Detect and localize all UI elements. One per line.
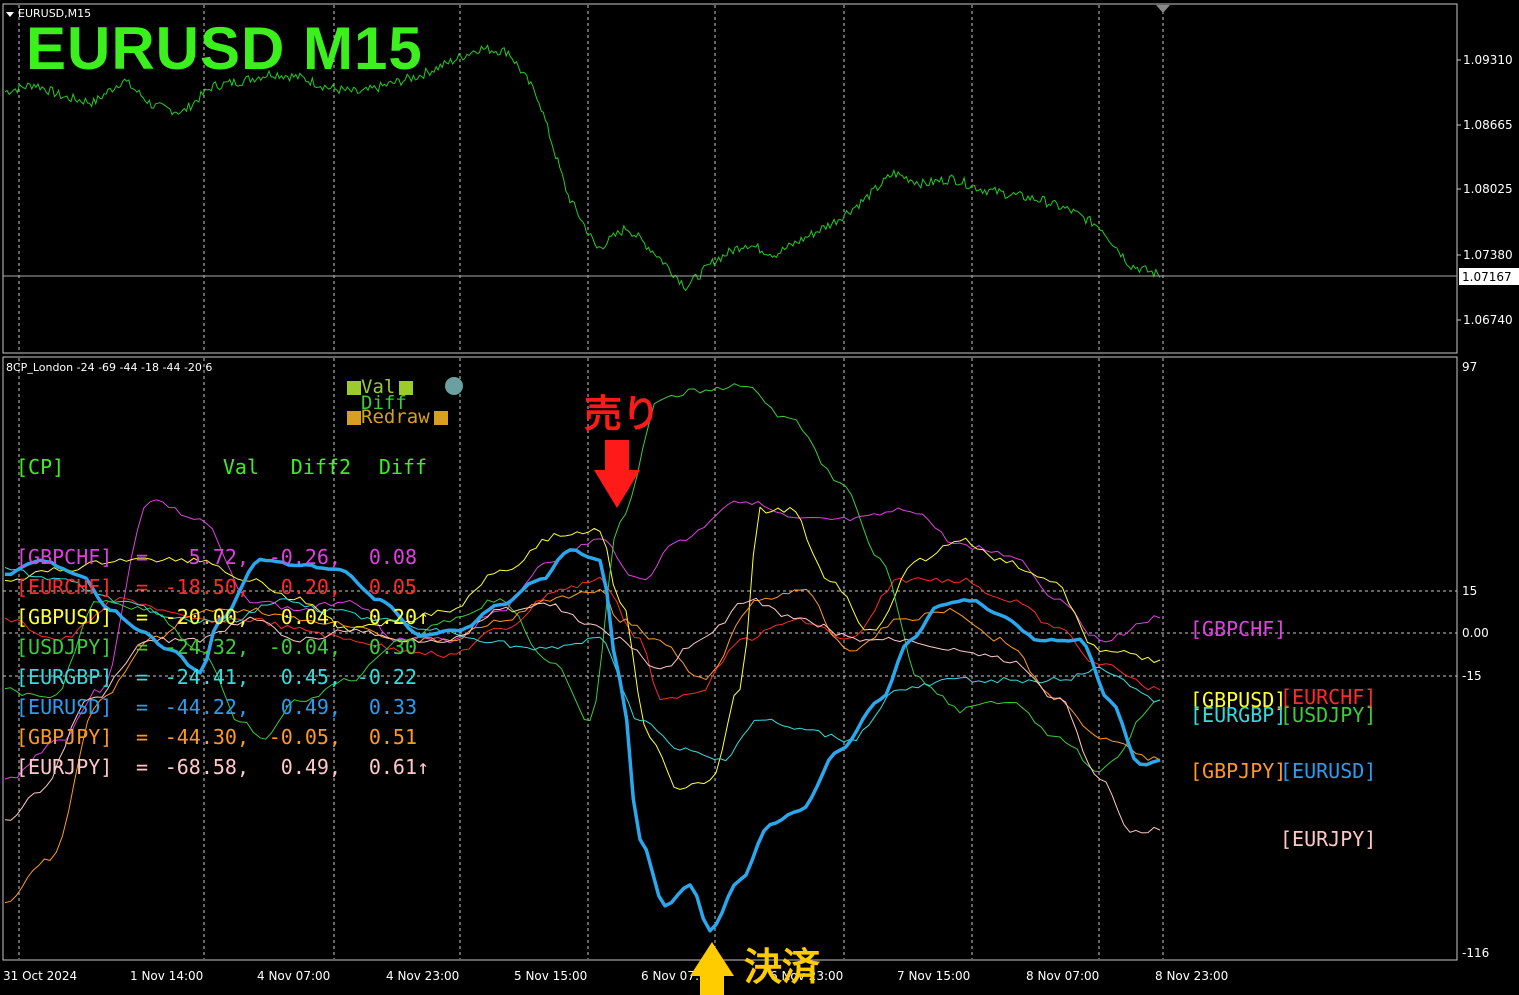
right-label-gbpchf: [GBPCHF] xyxy=(1190,617,1287,641)
pair-diff: 0.20 xyxy=(368,605,417,629)
price-tick: 1.06740 xyxy=(1463,313,1513,327)
time-tick: 5 Nov 15:00 xyxy=(514,969,587,983)
right-label-gbpjpy: [GBPJPY] xyxy=(1190,759,1287,783)
settle-arrow-icon xyxy=(690,942,734,995)
pair-row: [EURGBP] = -24.41, 0.45, -0.22 xyxy=(16,662,437,692)
time-tick: 7 Nov 15:00 xyxy=(897,969,970,983)
osc-tick: 15 xyxy=(1462,584,1477,598)
time-tick: 4 Nov 23:00 xyxy=(386,969,459,983)
pair-eq: = xyxy=(136,725,149,749)
time-tick: 4 Nov 07:00 xyxy=(257,969,330,983)
pair-eq: = xyxy=(136,545,149,569)
dropdown-triangle-icon[interactable] xyxy=(6,11,14,17)
osc-tick: 97 xyxy=(1462,360,1477,374)
pair-arrow xyxy=(417,662,437,692)
pair-diff: 0.08 xyxy=(368,545,417,569)
shift-marker[interactable] xyxy=(1156,5,1170,13)
osc-tick: -15 xyxy=(1462,669,1482,683)
osc-tick: -116 xyxy=(1462,946,1489,960)
time-tick: 31 Oct 2024 xyxy=(3,969,77,983)
pair-row: [GBPCHF] = 5.72, -0.26, 0.08 xyxy=(16,542,437,572)
header-val: Val xyxy=(222,455,259,479)
pair-diff2: -0.26, xyxy=(268,545,341,569)
right-label-usdjpy: [USDJPY] xyxy=(1280,703,1377,727)
pair-diff2: 0.20, xyxy=(280,575,341,599)
indicator-label: 8CP_London -24 -69 -44 -18 -44 -20 6 xyxy=(6,361,213,374)
pair-arrow xyxy=(417,632,437,662)
time-tick: 8 Nov 07:00 xyxy=(1026,969,1099,983)
pair-row: [USDJPY] = -24.32, -0.04, 0.30 xyxy=(16,632,437,662)
pair-val: -68.58, xyxy=(164,755,249,779)
pair-eq: = xyxy=(136,605,149,629)
pair-val: -24.32, xyxy=(164,635,249,659)
right-label-eurjpy: [EURJPY] xyxy=(1280,827,1377,851)
pair-val: 5.72, xyxy=(188,545,249,569)
price-tick: 1.08025 xyxy=(1463,182,1513,196)
pair-diff2: 0.49, xyxy=(280,755,341,779)
pair-diff: -0.22 xyxy=(356,665,417,689)
pair-val: -18.50, xyxy=(164,575,249,599)
toggle-circle-button[interactable] xyxy=(445,377,463,395)
pair-diff2: 0.45, xyxy=(280,665,341,689)
pair-diff2: 0.49, xyxy=(280,695,341,719)
pair-diff: 0.61 xyxy=(368,755,417,779)
pair-diff: 0.51 xyxy=(368,725,417,749)
pair-val: -24.41, xyxy=(164,665,249,689)
pair-diff2: 0.04, xyxy=(280,605,341,629)
pair-row: [EURCHF] = -18.50, 0.20, 0.05 xyxy=(16,572,437,602)
pair-row: [EURUSD] = -44.22, 0.49, 0.33 xyxy=(16,692,437,722)
pair-eq: = xyxy=(136,575,149,599)
pair-arrow: ↑ xyxy=(417,755,430,779)
pair-eq: = xyxy=(136,695,149,719)
pair-diff: 0.05 xyxy=(368,575,417,599)
header-cp: [CP] xyxy=(16,455,65,479)
right-label-eurusd: [EURUSD] xyxy=(1280,759,1377,783)
pair-arrow: ↑ xyxy=(417,605,430,629)
pair-row: [GBPJPY] = -44.30, -0.05, 0.51 xyxy=(16,722,437,752)
price-tick: 1.09310 xyxy=(1463,53,1513,67)
pair-arrow xyxy=(417,692,437,722)
pair-row: [EURJPY] = -68.58, 0.49, 0.61 ↑ xyxy=(16,752,437,782)
pair-diff: 0.30 xyxy=(368,635,417,659)
price-tick: 1.08665 xyxy=(1463,118,1513,132)
time-tick: 8 Nov 23:00 xyxy=(1155,969,1228,983)
pair-table-header: [CP] Val Diff2 Diff xyxy=(16,452,437,482)
sell-arrow-icon xyxy=(594,440,640,508)
pair-val: -44.30, xyxy=(164,725,249,749)
pair-val: -44.22, xyxy=(164,695,249,719)
header-diff2: Diff2 xyxy=(290,455,351,479)
settle-annotation: 決済 xyxy=(744,945,821,989)
price-tick: 1.07380 xyxy=(1463,248,1513,262)
osc-tick: 0.00 xyxy=(1462,626,1489,640)
pair-arrow xyxy=(417,572,437,602)
pair-val: -20.00, xyxy=(164,605,249,629)
pair-table: [CP] Val Diff2 Diff [GBPCHF] = 5.72, -0.26,… xyxy=(16,392,437,812)
pair-row: [GBPUSD] = -20.00, 0.04, 0.20 ↑ xyxy=(16,602,437,632)
pair-eq: = xyxy=(136,665,149,689)
pair-diff2: -0.05, xyxy=(268,725,341,749)
pair-arrow xyxy=(417,722,437,752)
current-price-label: 1.07167 xyxy=(1462,270,1512,284)
pair-eq: = xyxy=(136,755,149,779)
sell-annotation: 売り xyxy=(584,392,661,436)
pair-eq: = xyxy=(136,635,149,659)
right-label-eurgbp: [EURGBP] xyxy=(1190,703,1287,727)
header-diff: Diff xyxy=(378,455,427,479)
pair-arrow xyxy=(417,542,437,572)
time-tick: 1 Nov 14:00 xyxy=(130,969,203,983)
chart-title: EURUSD M15 xyxy=(26,15,423,82)
pair-diff2: -0.04, xyxy=(268,635,341,659)
pair-diff: 0.33 xyxy=(368,695,417,719)
